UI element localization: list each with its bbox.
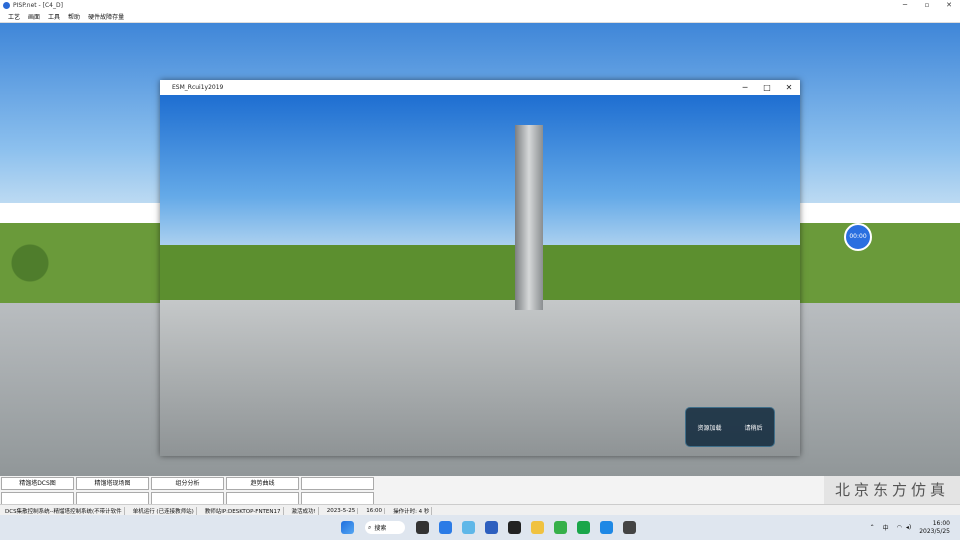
app-icon[interactable] — [508, 521, 521, 534]
empty-button[interactable] — [301, 477, 374, 490]
unity-icon[interactable] — [623, 521, 636, 534]
search-icon: ⌕ — [368, 523, 372, 531]
timer-badge: 00:00 — [844, 223, 872, 251]
inner-sky — [160, 95, 800, 265]
trend-curve-button[interactable]: 趋势曲线 — [226, 477, 299, 490]
close-icon[interactable]: ✕ — [938, 0, 960, 11]
clock-date: 2023/5/25 — [919, 527, 950, 535]
system-tray: ⌃ 中 ◠ ◂) 16:00 2023/5/25 — [870, 515, 950, 540]
status-time: 16:00 — [364, 507, 386, 514]
menu-item-hardware-fault[interactable]: 硬件故障存量 — [88, 12, 124, 21]
maximize-icon[interactable]: ▫ — [916, 0, 938, 11]
tray-volume-icon[interactable]: ◂) — [906, 524, 911, 531]
clock-time: 16:00 — [932, 519, 950, 527]
app-title-bar: PISP.net - [C4_D] ─ ▫ ✕ — [0, 0, 960, 11]
tray-wifi-icon[interactable]: ◠ — [897, 524, 902, 531]
status-mode: 单机运行 (已连接教师站) — [131, 506, 197, 515]
wechat-icon[interactable] — [577, 521, 590, 534]
file-explorer-icon[interactable] — [531, 521, 544, 534]
menu-item-tools[interactable]: 工具 — [48, 12, 60, 21]
dcs-view-button[interactable]: 精馏塔DCS图 — [1, 477, 74, 490]
menu-item-screen[interactable]: 画面 — [28, 12, 40, 21]
store-icon[interactable] — [485, 521, 498, 534]
distillation-tower — [515, 125, 543, 310]
status-activation: 激活成功! — [290, 506, 319, 515]
tray-lang-icon[interactable]: 中 — [883, 523, 889, 532]
simulator-icon[interactable] — [600, 521, 613, 534]
loading-text: 资源加载 — [697, 424, 722, 432]
status-op-timer: 操作计时: 4 秒 — [391, 506, 433, 515]
component-analysis-button[interactable]: 组分分析 — [151, 477, 224, 490]
inner-title-bar: ESM_Rcui1y2019 ─ □ ✕ — [160, 80, 800, 95]
brand-logo: 北京东方仿真 — [824, 476, 960, 504]
status-teacher-ip: 教师站IP:DESKTOP-FNTEN17 — [203, 506, 284, 515]
windows-taskbar: ⌕ 搜索 ⌃ 中 ◠ ◂) 16:00 2023/5/25 — [0, 515, 960, 540]
inner-simulation-window: ESM_Rcui1y2019 ─ □ ✕ 资源加载 请稍后 — [160, 80, 800, 456]
inner-3d-scene[interactable]: 资源加载 请稍后 — [160, 95, 800, 456]
inner-minimize-icon[interactable]: ─ — [734, 80, 756, 95]
bottom-button-panel: 精馏塔DCS图 精馏塔现场图 组分分析 趋势曲线 — [0, 476, 960, 505]
widgets-icon[interactable] — [439, 521, 452, 534]
please-wait-text: 请稍后 — [744, 424, 763, 432]
windows-start-icon[interactable] — [341, 521, 354, 534]
menu-item-help[interactable]: 帮助 — [68, 12, 80, 21]
menu-bar: 工艺 画面 工具 帮助 硬件故障存量 — [0, 11, 960, 23]
status-date: 2023-5-25 — [325, 507, 359, 514]
inner-maximize-icon[interactable]: □ — [756, 80, 778, 95]
inner-close-icon[interactable]: ✕ — [778, 80, 800, 95]
minimize-icon[interactable]: ─ — [894, 0, 916, 11]
status-system: DCS集散控制系统--精馏塔控制系统(不带计软件 — [3, 506, 125, 515]
search-label: 搜索 — [374, 525, 387, 532]
task-view-icon[interactable] — [416, 521, 429, 534]
inner-trees — [160, 245, 800, 305]
loading-popup: 资源加载 请稍后 — [685, 407, 775, 447]
taskbar-search[interactable]: ⌕ 搜索 — [365, 521, 405, 534]
menu-item-process[interactable]: 工艺 — [8, 12, 20, 21]
inner-window-title: ESM_Rcui1y2019 — [172, 84, 224, 91]
edge-icon[interactable] — [462, 521, 475, 534]
window-title: PISP.net - [C4_D] — [13, 2, 63, 9]
tray-chevron-icon[interactable]: ⌃ — [870, 524, 875, 531]
field-view-button[interactable]: 精馏塔现场图 — [76, 477, 149, 490]
chrome-icon[interactable] — [554, 521, 567, 534]
app-logo-icon — [3, 2, 10, 9]
